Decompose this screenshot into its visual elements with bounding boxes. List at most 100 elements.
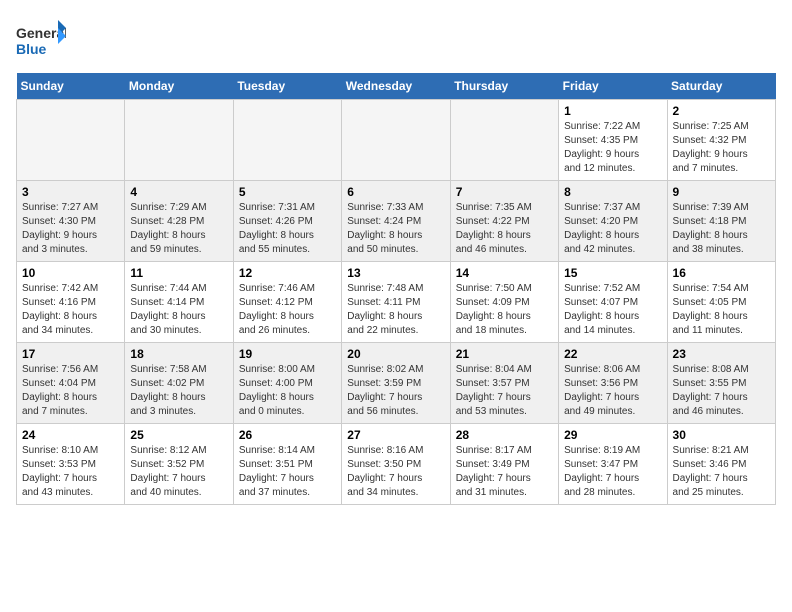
calendar-week-row: 17 Sunrise: 7:56 AM Sunset: 4:04 PM Dayli… bbox=[17, 343, 776, 424]
day-number: 14 bbox=[456, 266, 553, 280]
day-number: 11 bbox=[130, 266, 227, 280]
day-info: Sunrise: 7:29 AM Sunset: 4:28 PM Dayligh… bbox=[130, 201, 227, 257]
calendar-cell: 2 Sunrise: 7:25 AM Sunset: 4:32 PM Daylig… bbox=[667, 100, 775, 181]
day-info: Sunrise: 8:04 AM Sunset: 3:57 PM Dayligh… bbox=[456, 363, 553, 419]
day-number: 21 bbox=[456, 347, 553, 361]
calendar-cell: 20 Sunrise: 8:02 AM Sunset: 3:59 PM Dayli… bbox=[342, 343, 450, 424]
day-number: 20 bbox=[347, 347, 444, 361]
calendar-cell: 8 Sunrise: 7:37 AM Sunset: 4:20 PM Daylig… bbox=[559, 181, 667, 262]
day-info: Sunrise: 7:42 AM Sunset: 4:16 PM Dayligh… bbox=[22, 282, 119, 338]
day-number: 23 bbox=[673, 347, 770, 361]
day-number: 24 bbox=[22, 428, 119, 442]
day-number: 15 bbox=[564, 266, 661, 280]
calendar-cell: 21 Sunrise: 8:04 AM Sunset: 3:57 PM Dayli… bbox=[450, 343, 558, 424]
day-number: 8 bbox=[564, 185, 661, 199]
day-number: 25 bbox=[130, 428, 227, 442]
calendar-cell: 6 Sunrise: 7:33 AM Sunset: 4:24 PM Daylig… bbox=[342, 181, 450, 262]
calendar-cell: 1 Sunrise: 7:22 AM Sunset: 4:35 PM Daylig… bbox=[559, 100, 667, 181]
calendar-cell: 16Sunrise: 7:54 AM Sunset: 4:05 PM Dayli… bbox=[667, 262, 775, 343]
calendar-cell: 4 Sunrise: 7:29 AM Sunset: 4:28 PM Daylig… bbox=[125, 181, 233, 262]
calendar-header-tuesday: Tuesday bbox=[233, 73, 341, 100]
calendar-cell: 22 Sunrise: 8:06 AM Sunset: 3:56 PM Dayli… bbox=[559, 343, 667, 424]
day-info: Sunrise: 7:22 AM Sunset: 4:35 PM Dayligh… bbox=[564, 120, 661, 176]
calendar-header-sunday: Sunday bbox=[17, 73, 125, 100]
calendar-cell: 12Sunrise: 7:46 AM Sunset: 4:12 PM Dayli… bbox=[233, 262, 341, 343]
day-info: Sunrise: 7:48 AM Sunset: 4:11 PM Dayligh… bbox=[347, 282, 444, 338]
day-number: 2 bbox=[673, 104, 770, 118]
day-number: 3 bbox=[22, 185, 119, 199]
calendar-header-thursday: Thursday bbox=[450, 73, 558, 100]
calendar-header-monday: Monday bbox=[125, 73, 233, 100]
day-info: Sunrise: 7:56 AM Sunset: 4:04 PM Dayligh… bbox=[22, 363, 119, 419]
day-info: Sunrise: 7:44 AM Sunset: 4:14 PM Dayligh… bbox=[130, 282, 227, 338]
calendar-cell: 15 Sunrise: 7:52 AM Sunset: 4:07 PM Dayli… bbox=[559, 262, 667, 343]
day-info: Sunrise: 8:21 AM Sunset: 3:46 PM Dayligh… bbox=[673, 444, 770, 500]
day-info: Sunrise: 7:35 AM Sunset: 4:22 PM Dayligh… bbox=[456, 201, 553, 257]
day-info: Sunrise: 7:52 AM Sunset: 4:07 PM Dayligh… bbox=[564, 282, 661, 338]
calendar-header-friday: Friday bbox=[559, 73, 667, 100]
day-info: Sunrise: 7:39 AM Sunset: 4:18 PM Dayligh… bbox=[673, 201, 770, 257]
day-info: Sunrise: 7:54 AM Sunset: 4:05 PM Dayligh… bbox=[673, 282, 770, 338]
day-number: 13 bbox=[347, 266, 444, 280]
day-number: 12 bbox=[239, 266, 336, 280]
day-info: Sunrise: 7:25 AM Sunset: 4:32 PM Dayligh… bbox=[673, 120, 770, 176]
day-info: Sunrise: 7:31 AM Sunset: 4:26 PM Dayligh… bbox=[239, 201, 336, 257]
calendar-cell: 28Sunrise: 8:17 AM Sunset: 3:49 PM Dayli… bbox=[450, 424, 558, 505]
calendar-cell bbox=[125, 100, 233, 181]
logo: General Blue bbox=[16, 20, 66, 65]
day-info: Sunrise: 8:17 AM Sunset: 3:49 PM Dayligh… bbox=[456, 444, 553, 500]
calendar-cell: 25 Sunrise: 8:12 AM Sunset: 3:52 PM Dayli… bbox=[125, 424, 233, 505]
day-info: Sunrise: 8:06 AM Sunset: 3:56 PM Dayligh… bbox=[564, 363, 661, 419]
calendar-cell: 18 Sunrise: 7:58 AM Sunset: 4:02 PM Dayli… bbox=[125, 343, 233, 424]
day-info: Sunrise: 8:16 AM Sunset: 3:50 PM Dayligh… bbox=[347, 444, 444, 500]
day-info: Sunrise: 7:50 AM Sunset: 4:09 PM Dayligh… bbox=[456, 282, 553, 338]
calendar-cell bbox=[450, 100, 558, 181]
day-number: 5 bbox=[239, 185, 336, 199]
day-info: Sunrise: 7:37 AM Sunset: 4:20 PM Dayligh… bbox=[564, 201, 661, 257]
logo-icon: General Blue bbox=[16, 20, 66, 60]
calendar-cell: 10 Sunrise: 7:42 AM Sunset: 4:16 PM Dayli… bbox=[17, 262, 125, 343]
calendar-week-row: 1 Sunrise: 7:22 AM Sunset: 4:35 PM Daylig… bbox=[17, 100, 776, 181]
day-number: 22 bbox=[564, 347, 661, 361]
calendar-cell bbox=[342, 100, 450, 181]
day-number: 18 bbox=[130, 347, 227, 361]
calendar-cell bbox=[233, 100, 341, 181]
day-number: 17 bbox=[22, 347, 119, 361]
calendar-week-row: 10 Sunrise: 7:42 AM Sunset: 4:16 PM Dayli… bbox=[17, 262, 776, 343]
day-info: Sunrise: 7:27 AM Sunset: 4:30 PM Dayligh… bbox=[22, 201, 119, 257]
calendar-week-row: 24 Sunrise: 8:10 AM Sunset: 3:53 PM Dayli… bbox=[17, 424, 776, 505]
day-info: Sunrise: 8:19 AM Sunset: 3:47 PM Dayligh… bbox=[564, 444, 661, 500]
calendar-cell: 3 Sunrise: 7:27 AM Sunset: 4:30 PM Daylig… bbox=[17, 181, 125, 262]
day-info: Sunrise: 8:12 AM Sunset: 3:52 PM Dayligh… bbox=[130, 444, 227, 500]
calendar-header-wednesday: Wednesday bbox=[342, 73, 450, 100]
calendar-cell: 13 Sunrise: 7:48 AM Sunset: 4:11 PM Dayli… bbox=[342, 262, 450, 343]
page-header: General Blue bbox=[16, 16, 776, 65]
day-info: Sunrise: 8:02 AM Sunset: 3:59 PM Dayligh… bbox=[347, 363, 444, 419]
day-number: 27 bbox=[347, 428, 444, 442]
day-number: 4 bbox=[130, 185, 227, 199]
calendar-cell: 23 Sunrise: 8:08 AM Sunset: 3:55 PM Dayli… bbox=[667, 343, 775, 424]
day-number: 19 bbox=[239, 347, 336, 361]
calendar-cell: 24 Sunrise: 8:10 AM Sunset: 3:53 PM Dayli… bbox=[17, 424, 125, 505]
calendar-cell: 14 Sunrise: 7:50 AM Sunset: 4:09 PM Dayli… bbox=[450, 262, 558, 343]
day-number: 26 bbox=[239, 428, 336, 442]
calendar-cell: 26Sunrise: 8:14 AM Sunset: 3:51 PM Dayli… bbox=[233, 424, 341, 505]
calendar-cell: 27 Sunrise: 8:16 AM Sunset: 3:50 PM Dayli… bbox=[342, 424, 450, 505]
calendar-header-row: SundayMondayTuesdayWednesdayThursdayFrid… bbox=[17, 73, 776, 100]
calendar-table: SundayMondayTuesdayWednesdayThursdayFrid… bbox=[16, 73, 776, 505]
day-number: 1 bbox=[564, 104, 661, 118]
day-info: Sunrise: 8:08 AM Sunset: 3:55 PM Dayligh… bbox=[673, 363, 770, 419]
day-number: 7 bbox=[456, 185, 553, 199]
calendar-cell: 9 Sunrise: 7:39 AM Sunset: 4:18 PM Daylig… bbox=[667, 181, 775, 262]
day-info: Sunrise: 7:58 AM Sunset: 4:02 PM Dayligh… bbox=[130, 363, 227, 419]
day-number: 6 bbox=[347, 185, 444, 199]
calendar-header-saturday: Saturday bbox=[667, 73, 775, 100]
calendar-cell bbox=[17, 100, 125, 181]
day-info: Sunrise: 7:33 AM Sunset: 4:24 PM Dayligh… bbox=[347, 201, 444, 257]
day-info: Sunrise: 8:10 AM Sunset: 3:53 PM Dayligh… bbox=[22, 444, 119, 500]
calendar-week-row: 3 Sunrise: 7:27 AM Sunset: 4:30 PM Daylig… bbox=[17, 181, 776, 262]
day-number: 9 bbox=[673, 185, 770, 199]
day-number: 29 bbox=[564, 428, 661, 442]
day-number: 10 bbox=[22, 266, 119, 280]
calendar-cell: 30Sunrise: 8:21 AM Sunset: 3:46 PM Dayli… bbox=[667, 424, 775, 505]
